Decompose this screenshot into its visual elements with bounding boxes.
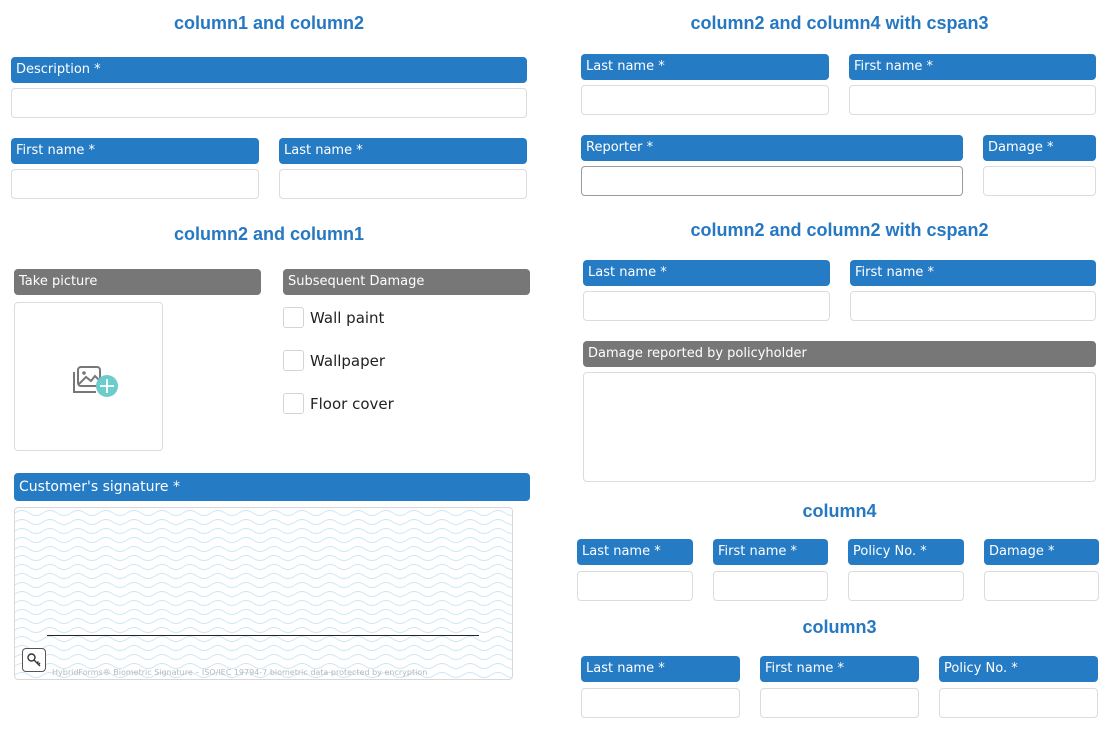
first-name-input[interactable] <box>713 571 828 601</box>
description-input[interactable] <box>11 88 527 118</box>
signature-pad[interactable]: HybridForms® Biometric Signature – ISO/I… <box>14 507 513 680</box>
reporter-label: Reporter * <box>581 135 963 161</box>
last-name-label: Last name * <box>581 656 740 682</box>
first-name-input[interactable] <box>850 291 1096 321</box>
description-label: Description * <box>11 57 527 83</box>
damage-reported-label: Damage reported by policyholder <box>583 341 1096 367</box>
section-heading-column2-column1: column2 and column1 <box>173 224 365 244</box>
customer-signature-label: Customer's signature * <box>14 473 530 501</box>
policy-no-input[interactable] <box>939 688 1098 718</box>
reporter-input[interactable] <box>581 166 963 196</box>
last-name-label: Last name * <box>279 138 527 164</box>
first-name-label: First name * <box>850 260 1096 286</box>
signature-note: HybridForms® Biometric Signature – ISO/I… <box>52 668 428 677</box>
section-heading-column1-column2: column1 and column2 <box>173 13 365 33</box>
checkbox-label: Wallpaper <box>310 351 386 370</box>
subsequent-damage-label: Subsequent Damage <box>283 269 530 295</box>
damage-label: Damage * <box>983 135 1096 161</box>
first-name-input[interactable] <box>760 688 919 718</box>
policy-no-label: Policy No. * <box>848 539 964 565</box>
first-name-label: First name * <box>760 656 919 682</box>
checkbox-wall-paint[interactable]: Wall paint <box>283 307 384 328</box>
last-name-input[interactable] <box>577 571 693 601</box>
signature-line <box>47 635 479 636</box>
checkbox-floor-cover[interactable]: Floor cover <box>283 393 394 414</box>
key-icon <box>27 653 41 667</box>
section-heading-column2-column4-cspan3: column2 and column4 with cspan3 <box>690 13 989 33</box>
key-button[interactable] <box>22 648 46 672</box>
section-heading-column2-column2-cspan2: column2 and column2 with cspan2 <box>690 220 989 240</box>
last-name-input[interactable] <box>279 169 527 199</box>
section-heading-column4: column4 <box>802 501 877 521</box>
damage-label: Damage * <box>984 539 1099 565</box>
first-name-label: First name * <box>11 138 259 164</box>
policy-no-input[interactable] <box>848 571 964 601</box>
last-name-label: Last name * <box>581 54 829 80</box>
damage-input[interactable] <box>983 166 1096 196</box>
damage-input[interactable] <box>984 571 1099 601</box>
first-name-label: First name * <box>713 539 828 565</box>
checkbox-label: Wall paint <box>310 308 385 327</box>
checkbox-box[interactable] <box>283 393 304 414</box>
last-name-input[interactable] <box>581 688 740 718</box>
first-name-label: First name * <box>849 54 1096 80</box>
last-name-label: Last name * <box>583 260 830 286</box>
checkbox-label: Floor cover <box>310 394 394 413</box>
signature-background-pattern <box>15 508 512 679</box>
damage-reported-textarea[interactable] <box>583 372 1096 482</box>
first-name-input[interactable] <box>849 85 1096 115</box>
add-image-icon <box>73 366 118 397</box>
take-picture-label: Take picture <box>14 269 261 295</box>
last-name-label: Last name * <box>577 539 693 565</box>
checkbox-box[interactable] <box>283 307 304 328</box>
section-heading-column3: column3 <box>802 617 877 637</box>
last-name-input[interactable] <box>581 85 829 115</box>
checkbox-box[interactable] <box>283 350 304 371</box>
take-picture-button[interactable] <box>14 302 163 451</box>
first-name-input[interactable] <box>11 169 259 199</box>
last-name-input[interactable] <box>583 291 830 321</box>
policy-no-label: Policy No. * <box>939 656 1098 682</box>
checkbox-wallpaper[interactable]: Wallpaper <box>283 350 385 371</box>
